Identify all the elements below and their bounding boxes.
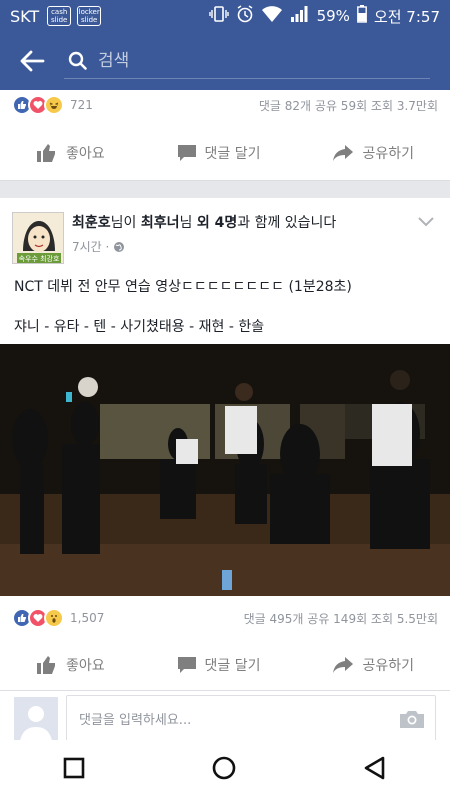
post-stats[interactable]: 댓글 495개 공유 149회 조회 5.5만회 [244,610,438,627]
reaction-count[interactable]: 721 [70,98,93,112]
reaction-count[interactable]: 1,507 [70,611,104,625]
search-input[interactable] [98,50,398,71]
like-label: 좋아요 [65,658,105,674]
recents-button[interactable] [63,757,85,783]
wow-reaction-icon [44,608,64,628]
wifi-icon [261,5,283,27]
comment-label: 댓글 달기 [204,146,261,162]
tagged-others[interactable]: 외 4명 [197,215,237,231]
comment-composer: 댓글을 입력하세요... [0,690,450,746]
post1-action-row: 좋아요 댓글 달기 공유하기 [0,128,450,178]
cashslide-icon: cash slide [47,6,72,26]
post1-reactions-row: 721 댓글 82개 공유 59회 조회 3.7만회 [0,90,450,120]
feed-divider [0,180,450,198]
thumbs-up-icon [36,656,55,674]
comment-input[interactable]: 댓글을 입력하세요... [66,694,436,743]
comment-icon [177,657,196,673]
search-icon [68,51,87,70]
carrier-label: SKT [10,6,40,26]
user-avatar [14,696,58,741]
share-button[interactable]: 공유하기 [332,655,414,675]
post2-action-row: 좋아요 댓글 달기 공유하기 [0,640,450,690]
comment-icon [177,145,196,161]
circle-icon [212,756,236,780]
square-icon [64,757,85,779]
video-thumbnail [0,344,450,596]
post2-reactions-row: 1,507 댓글 495개 공유 149회 조회 5.5만회 [0,603,450,633]
share-button[interactable]: 공유하기 [332,143,414,163]
tagged-friend[interactable]: 최후너 [141,215,180,231]
haha-reaction-icon [44,95,64,115]
clock-time: 오전 7:57 [373,7,440,26]
android-nav-bar [0,740,450,800]
post-menu-button[interactable] [418,212,434,231]
reaction-icons[interactable] [12,608,64,628]
share-icon [333,145,354,161]
public-globe-icon [114,241,125,252]
post-text-line2: 쟈니 - 유타 - 텐 - 사기쳤태용 - 재현 - 한솔 [14,319,265,335]
camera-icon[interactable] [399,709,425,729]
back-nav-button[interactable] [363,756,387,784]
top-app-bar [0,32,450,90]
signal-icon [290,5,310,27]
share-label: 공유하기 [362,658,414,674]
comment-label: 댓글 달기 [204,658,261,674]
share-icon [333,657,354,673]
post2-header: 속우수 최강호 최훈호님이 최후너님 외 4명과 함께 있습니다 7시간 · [0,198,450,264]
author-name[interactable]: 최훈호 [72,215,111,231]
comment-placeholder: 댓글을 입력하세요... [79,713,192,728]
reaction-icons[interactable] [12,95,64,115]
like-button[interactable]: 좋아요 [36,143,105,163]
post-timestamp[interactable]: 7시간 · [72,238,109,255]
thumbs-up-icon [36,144,55,162]
vibrate-icon [208,5,229,27]
author-avatar[interactable]: 속우수 최강호 [12,212,64,264]
back-button[interactable] [0,32,64,90]
back-arrow-icon [20,50,45,72]
video-player[interactable] [0,344,450,596]
status-bar: SKT cash slide locker slide 59% 오전 7:57 [0,0,450,32]
alarm-icon [236,5,254,27]
lockerslide-icon: locker slide [77,6,102,26]
battery-percent: 59% [316,7,350,25]
triangle-back-icon [364,756,384,780]
comment-button[interactable]: 댓글 달기 [177,655,261,675]
like-label: 좋아요 [65,146,105,162]
post-text-line1: NCT 데뷔 전 안무 연습 영상ㄷㄷㄷㄷㄷㄷㄷㄷ (1분28초) [14,279,352,295]
svg-text:속우수 최강호: 속우수 최강호 [19,254,60,263]
like-button[interactable]: 좋아요 [36,655,105,675]
chevron-down-icon [418,217,434,227]
post-stats[interactable]: 댓글 82개 공유 59회 조회 3.7만회 [259,97,438,114]
share-label: 공유하기 [362,146,414,162]
home-button[interactable] [212,756,236,784]
comment-button[interactable]: 댓글 달기 [177,143,261,163]
battery-icon [357,5,367,27]
search-field[interactable] [64,43,430,79]
post-author-line: 최훈호님이 최후너님 외 4명과 함께 있습니다 [72,215,337,231]
